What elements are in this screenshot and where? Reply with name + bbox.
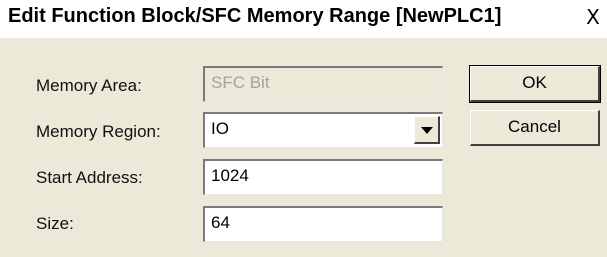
memory-area-label: Memory Area: (36, 76, 142, 95)
size-input[interactable]: 64 (203, 206, 443, 242)
ok-button[interactable]: OK (469, 65, 601, 103)
window-title: Edit Function Block/SFC Memory Range [Ne… (8, 5, 502, 27)
memory-area-field: SFC Bit (203, 66, 443, 102)
memory-region-label: Memory Region: (36, 122, 161, 141)
chevron-down-icon[interactable] (414, 116, 440, 144)
cancel-button[interactable]: Cancel (470, 110, 600, 146)
memory-region-select[interactable]: IO (203, 112, 443, 148)
size-label: Size: (36, 214, 74, 233)
start-address-input[interactable]: 1024 (203, 159, 443, 195)
memory-region-value: IO (211, 119, 229, 138)
title-bar: Edit Function Block/SFC Memory Range [Ne… (0, 0, 607, 38)
close-button[interactable]: X (579, 4, 607, 32)
close-icon: X (586, 5, 600, 29)
start-address-label: Start Address: (36, 168, 143, 187)
edit-memory-range-dialog: Edit Function Block/SFC Memory Range [Ne… (0, 0, 607, 257)
